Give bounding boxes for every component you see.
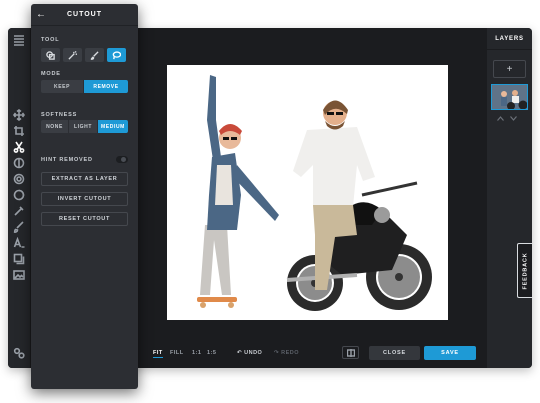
redo-icon: ↷ (274, 350, 280, 356)
adjust-icon[interactable] (12, 188, 26, 202)
hint-removed-toggle[interactable] (116, 156, 128, 163)
save-button[interactable]: SAVE (424, 346, 476, 360)
layers-panel: LAYERS + (487, 28, 532, 368)
shape-tool-button[interactable] (41, 48, 60, 62)
left-toolbar (8, 28, 30, 368)
brush-icon[interactable] (12, 220, 26, 234)
redo-label: REDO (281, 350, 300, 356)
undo-icon: ↶ (237, 350, 243, 356)
tool-buttons (41, 48, 126, 62)
extract-as-layer-button[interactable]: EXTRACT AS LAYER (41, 172, 128, 186)
redo-button[interactable]: ↷ REDO (274, 350, 299, 356)
text-icon[interactable] (12, 236, 26, 250)
mode-remove-button[interactable]: REMOVE (84, 80, 128, 93)
retouch-icon[interactable] (12, 204, 26, 218)
image-canvas[interactable] (167, 65, 448, 320)
layer-thumbnail-image (492, 85, 527, 109)
layer-thumbnail[interactable] (491, 84, 528, 110)
add-layer-button[interactable]: + (493, 60, 526, 78)
brush-tool-button[interactable] (85, 48, 104, 62)
paint-brush-icon (90, 50, 99, 60)
scissors-icon[interactable] (12, 140, 26, 154)
lasso-tool-button[interactable] (107, 48, 126, 62)
softness-section-label: SOFTNESS (41, 112, 78, 118)
hint-removed-label: HINT REMOVED (41, 156, 93, 163)
zoom-1-5[interactable]: 1:5 (207, 350, 216, 356)
settings-icon[interactable] (12, 346, 26, 360)
feedback-tab[interactable]: FEEDBACK (517, 243, 532, 298)
move-icon[interactable] (12, 108, 26, 122)
shapes-icon (46, 50, 55, 60)
menu-icon[interactable] (12, 33, 26, 47)
tool-section-label: TOOL (41, 37, 60, 43)
layers-divider (487, 49, 532, 50)
undo-label: UNDO (244, 350, 263, 356)
invert-cutout-button[interactable]: INVERT CUTOUT (41, 192, 128, 206)
close-button[interactable]: CLOSE (369, 346, 420, 360)
panel-header: ← CUTOUT (31, 4, 138, 26)
softness-light-button[interactable]: LIGHT (69, 120, 98, 133)
exposure-icon[interactable] (12, 156, 26, 170)
zoom-fit[interactable]: FIT (153, 350, 163, 358)
hint-removed-row: HINT REMOVED (41, 156, 128, 163)
photo-cutout (197, 75, 432, 311)
compare-button[interactable] (342, 346, 359, 359)
feedback-label: FEEDBACK (522, 252, 528, 289)
filter-icon[interactable] (12, 172, 26, 186)
cutout-panel: ← CUTOUT TOOL MODE KEEP REMOVE SOFTNESS … (31, 4, 138, 389)
zoom-fill[interactable]: FILL (170, 350, 184, 356)
magic-wand-icon (68, 50, 77, 60)
layer-order-arrows (497, 116, 517, 121)
magic-tool-button[interactable] (63, 48, 82, 62)
layers-title: LAYERS (495, 36, 524, 42)
zoom-1-1[interactable]: 1:1 (192, 350, 201, 356)
mode-toggle: KEEP REMOVE (41, 80, 128, 93)
back-arrow-icon[interactable]: ← (31, 9, 51, 20)
mode-section-label: MODE (41, 71, 61, 77)
softness-toggle: NONE LIGHT MEDIUM (41, 120, 128, 133)
lasso-icon (112, 50, 121, 59)
chevron-up-icon[interactable] (497, 116, 504, 121)
softness-none-button[interactable]: NONE (41, 120, 69, 133)
layers-stack-icon[interactable] (12, 252, 26, 266)
mode-keep-button[interactable]: KEEP (41, 80, 84, 93)
crop-icon[interactable] (12, 124, 26, 138)
compare-icon (346, 348, 355, 357)
reset-cutout-button[interactable]: RESET CUTOUT (41, 212, 128, 226)
softness-medium-button[interactable]: MEDIUM (98, 120, 128, 133)
panel-title: CUTOUT (66, 11, 103, 18)
image-icon[interactable] (12, 268, 26, 282)
chevron-down-icon[interactable] (510, 116, 517, 121)
undo-button[interactable]: ↶ UNDO (237, 350, 262, 356)
